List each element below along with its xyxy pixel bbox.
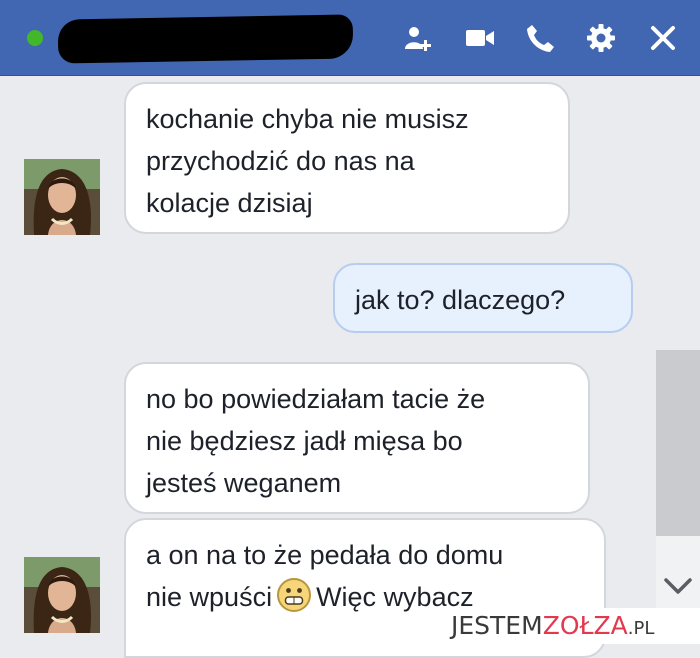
close-icon[interactable] <box>645 20 681 56</box>
scrollbar-thumb[interactable] <box>656 350 700 536</box>
phone-call-icon[interactable] <box>522 20 558 56</box>
message-bubble-incoming[interactable]: no bo powiedziałam tacie że nie będziesz… <box>124 362 590 514</box>
contact-avatar[interactable] <box>24 557 100 633</box>
message-text-line: kochanie chyba nie musisz <box>146 104 469 134</box>
online-status-dot <box>27 30 43 46</box>
message-text-line: no bo powiedziałam tacie że <box>146 384 486 414</box>
watermark-text-accent: ZOŁZA <box>542 611 628 640</box>
watermark-text: JESTEM <box>451 611 543 640</box>
message-text-line: przychodzić do nas na <box>146 146 415 176</box>
chat-header <box>0 0 700 76</box>
message-text-line: jak to? dlaczego? <box>355 285 566 315</box>
contact-avatar[interactable] <box>24 159 100 235</box>
message-bubble-incoming[interactable]: kochanie chyba nie musisz przychodzić do… <box>124 82 570 234</box>
video-call-icon[interactable] <box>462 20 498 56</box>
message-text-line: nie będziesz jadł mięsa bo <box>146 426 463 456</box>
message-text-line: a on na to że pedała do domu <box>146 540 504 570</box>
add-people-icon[interactable] <box>400 20 436 56</box>
grinning-face-icon <box>277 578 312 612</box>
message-text-line: jesteś weganem <box>146 468 342 498</box>
message-text-line: kolacje dzisiaj <box>146 188 313 218</box>
message-text-fragment: nie wpuści <box>146 582 273 612</box>
watermark-tld: .PL <box>627 618 655 639</box>
scroll-down-chevron-icon[interactable] <box>662 570 694 602</box>
gear-icon[interactable] <box>583 20 619 56</box>
message-bubble-outgoing[interactable]: jak to? dlaczego? <box>333 263 633 333</box>
contact-name-redacted[interactable] <box>57 14 354 64</box>
watermark-logo: JESTEMZOŁZA.PL <box>443 608 700 644</box>
